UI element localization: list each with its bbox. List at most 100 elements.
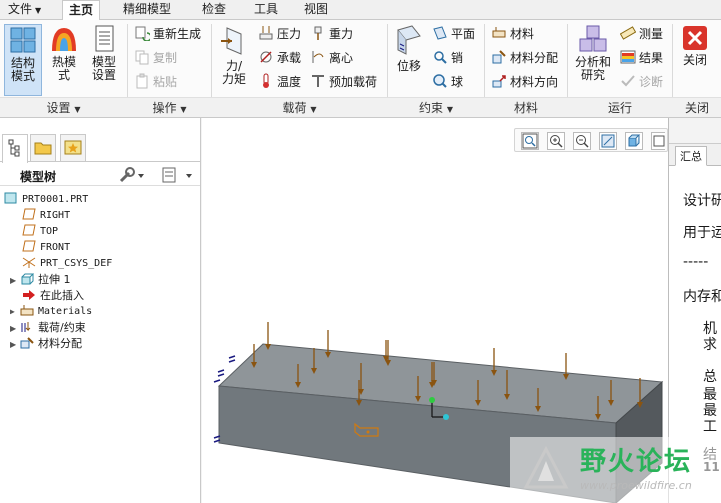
temperature-button[interactable]: 温度 [258,72,301,92]
expand-arrow-icon[interactable]: ▶ [10,273,20,289]
gravity-button[interactable]: 重力 [310,24,353,44]
settings-group-label: 设置 [46,101,71,115]
plane-constraint-button[interactable]: 平面 [432,24,475,44]
tree-item-csys[interactable]: PRT_CSYS_DEF [22,256,112,272]
results-icon [620,50,636,64]
structure-mode-icon [10,27,36,53]
tree-item-label: TOP [40,226,59,237]
tree-item-right-plane[interactable]: RIGHT [22,208,70,224]
ribbon-group-labels: 设置 ▼ 操作 ▼ 载荷 ▼ 约束 ▼ 材料 运行 关闭 [0,97,721,117]
model-setup-icon [95,25,114,52]
tree-item-front-plane[interactable]: FRONT [22,240,70,256]
material-label: 材料 [510,27,535,41]
analysis-studies-button[interactable]: 分析和 研究 [572,24,614,96]
tree-item-label: PRT0001.PRT [22,194,89,205]
summary-tabs: 汇总 [669,144,721,166]
results-button[interactable]: 结果 [620,48,663,68]
tab-home[interactable]: 主页 [62,0,101,21]
ribbon: 结构 模式 热模 式 模型 设置 重新生成 复制 粘贴 力/ 力矩 压力 重力 … [0,20,721,118]
tree-item-insert-here[interactable]: 在此插入 [22,288,84,304]
regenerate-button[interactable]: 重新生成 [134,24,201,44]
tab-view[interactable]: 视图 [298,0,334,20]
summary-line: 求 [703,337,717,353]
force-moment-button[interactable]: 力/ 力矩 [216,24,252,96]
tree-item-materials[interactable]: ▶ Materials [10,304,92,320]
pin-constraint-button[interactable]: 销 [432,48,463,68]
diagnostics-button[interactable]: 诊断 [620,72,663,92]
summary-panel-header [669,118,721,144]
bearing-label: 承载 [277,51,302,65]
datum-plane-icon [22,224,36,236]
close-icon [683,26,707,50]
expand-arrow-icon[interactable]: ▶ [10,304,20,320]
favorites-tab[interactable] [60,134,86,161]
thermal-mode-button[interactable]: 热模 式 [46,24,82,96]
loads-group-label: 载荷 [282,101,307,115]
expand-arrow-icon[interactable]: ▶ [10,321,20,337]
insert-arrow-icon [23,290,35,300]
force-moment-icon [221,27,242,55]
summary-tab[interactable]: 汇总 [675,146,707,166]
tree-item-top-plane[interactable]: TOP [22,224,58,240]
group-label-settings[interactable]: 设置 ▼ [0,98,127,118]
group-label-run: 运行 [607,101,632,115]
bearing-button[interactable]: 承载 [258,48,301,68]
expand-arrow-icon[interactable]: ▶ [10,337,20,353]
watermark-url: www.proewildfire.cn [580,479,692,492]
tree-item-loads-constraints[interactable]: ▶ 载荷/约束 [10,320,86,336]
paste-button[interactable]: 粘贴 [134,72,177,92]
diagnostics-label: 诊断 [639,75,664,89]
group-label-loads[interactable]: 载荷 ▼ [212,98,387,118]
summary-line: 用于运 [683,225,721,241]
chevron-down-icon: ▼ [74,105,81,114]
tree-show-button[interactable] [160,166,196,187]
pressure-button[interactable]: 压力 [258,24,301,44]
gravity-icon [314,26,322,40]
tree-settings-button[interactable] [118,166,146,187]
tab-refine-model[interactable]: 精细模型 [117,0,177,20]
tab-file[interactable]: 文件 ▼ [2,0,47,20]
tab-tools[interactable]: 工具 [248,0,284,20]
centrifugal-button[interactable]: 离心 [310,48,353,68]
ball-constraint-button[interactable]: 球 [432,72,463,92]
folder-browser-tab[interactable] [30,134,56,161]
model-setup-button[interactable]: 模型 设置 [86,24,122,96]
pressure-icon [259,26,273,40]
regenerate-icon [135,26,150,41]
preload-label: 预加载荷 [329,75,378,89]
analysis-studies-icon [579,25,607,52]
tree-item-material-assignment[interactable]: ▶ 材料分配 [10,336,82,352]
ball-constraint-label: 球 [451,75,464,89]
group-label-constraints[interactable]: 约束 ▼ [388,98,484,118]
folder-icon [34,142,52,155]
tree-item-part[interactable]: PRT0001.PRT [4,192,88,208]
material-button[interactable]: 材料 [491,24,534,44]
force-moment-label: 力/ 力矩 [221,59,246,86]
displacement-button[interactable]: 位移 [392,24,426,96]
model-tree-tab[interactable] [2,134,28,163]
ball-constraint-icon [433,74,447,88]
material-orientation-button[interactable]: 材料方向 [491,72,558,92]
copy-button[interactable]: 复制 [134,48,177,68]
thermal-mode-label: 热模 式 [51,55,76,82]
structure-mode-label: 结构 模式 [10,56,35,83]
tab-inspect[interactable]: 检查 [196,0,232,20]
material-assignment-button[interactable]: 材料分配 [491,48,558,68]
watermark-text: 野火论坛 [580,447,693,477]
pin-constraint-icon [434,51,447,64]
thermal-mode-icon [52,28,76,51]
tree-columns-icon [162,167,192,183]
datum-plane-icon [22,240,36,252]
model-setup-label: 模型 设置 [91,55,116,82]
ribbon-tab-bar: 文件 ▼ 主页 精细模型 检查 工具 视图 [0,0,721,21]
material-orientation-icon [492,75,506,88]
preload-button[interactable]: 预加载荷 [310,72,377,92]
structure-mode-button[interactable]: 结构 模式 [4,24,42,96]
plane-constraint-icon [433,26,447,40]
group-label-operations[interactable]: 操作 ▼ [128,98,211,118]
tree-item-extrude[interactable]: ▶ 拉伸 1 [10,272,71,288]
measure-button[interactable]: 测量 [620,24,663,44]
measure-icon [620,26,636,40]
close-button[interactable]: 关闭 [677,24,713,96]
results-label: 结果 [639,51,664,65]
